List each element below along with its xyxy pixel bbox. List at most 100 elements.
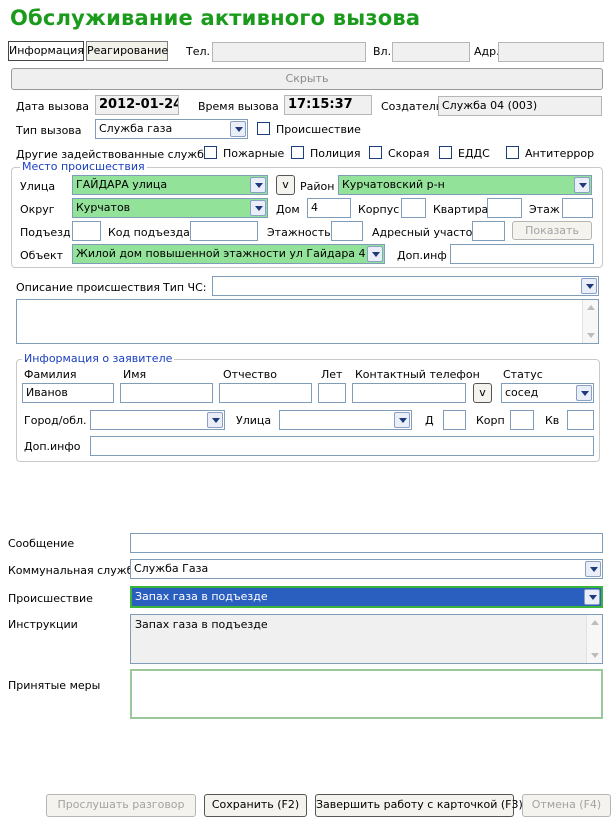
applicant-korp-field[interactable] (510, 410, 534, 430)
entrance-label: Подъезд (20, 226, 71, 239)
name-label: Имя (123, 368, 147, 381)
age-label: Лет (321, 368, 343, 381)
surname-field[interactable]: Иванов (22, 383, 114, 403)
save-button[interactable]: Сохранить (F2) (204, 794, 307, 817)
street-label: Улица (20, 180, 56, 193)
call-time-field: 17:15:37 (284, 95, 372, 115)
district-select[interactable]: Курчатовский р-н (338, 175, 592, 195)
call-time-label: Время вызова (198, 100, 279, 113)
entrance-code-label: Код подъезда (108, 226, 190, 239)
adr-label: Адр. (474, 45, 500, 58)
floor-field[interactable] (562, 198, 593, 218)
scrollbar[interactable] (586, 615, 602, 663)
message-field[interactable] (130, 533, 603, 553)
patronymic-label: Отчество (223, 368, 278, 381)
page-title: Обслуживание активного вызова (10, 6, 421, 30)
listen-conversation-button[interactable]: Прослушать разговор (46, 794, 196, 817)
finish-card-button[interactable]: Завершить работу с карточкой (F3) (315, 794, 523, 817)
status-select[interactable]: сосед (501, 383, 594, 403)
phone-label: Контактный телефон (355, 368, 480, 381)
name-field[interactable] (120, 383, 213, 403)
object-select[interactable]: Жилой дом повышенной этажности ул Гайдар… (72, 244, 385, 264)
hide-button[interactable]: Скрыть (11, 68, 603, 90)
utility-select[interactable]: Служба Газа (130, 559, 603, 579)
message-label: Сообщение (8, 537, 75, 550)
description-label: Описание происшествия (16, 281, 161, 294)
chevron-down-icon (581, 278, 597, 294)
services-edds-checkbox[interactable] (439, 146, 452, 159)
creator-label: Создатель (381, 100, 443, 113)
applicant-house-label: Д (425, 414, 434, 427)
floors-field[interactable] (331, 221, 363, 241)
measures-label: Принятые меры (8, 679, 101, 692)
entrance-code-field[interactable] (190, 221, 258, 241)
cancel-button[interactable]: Отмена (F4) (522, 794, 611, 817)
services-ambulance-label: Скорая (388, 147, 430, 160)
tel-field[interactable] (212, 42, 366, 62)
applicant-kv-label: Кв (545, 414, 560, 427)
call-type-value: Служба газа (99, 122, 173, 135)
services-fire-label: Пожарные (223, 147, 285, 160)
house-field[interactable]: 4 (307, 198, 351, 218)
chs-type-select[interactable] (212, 276, 599, 296)
chevron-down-icon (250, 177, 266, 193)
address-section-label: Адресный участок (372, 226, 480, 239)
floor-label: Этаж (529, 203, 560, 216)
entrance-field[interactable] (72, 221, 101, 241)
street-value: ГАЙДАРА улица (76, 178, 168, 191)
status-label: Статус (503, 368, 543, 381)
applicant-korp-label: Корп (476, 414, 505, 427)
address-section-field[interactable] (472, 221, 505, 241)
city-label: Город/обл. (24, 414, 87, 427)
okrug-select[interactable]: Курчатов (72, 198, 268, 218)
chevron-down-icon (230, 121, 246, 137)
okrug-value: Курчатов (76, 201, 131, 214)
creator-field: Служба 04 (003) (438, 96, 602, 116)
street-v-button[interactable]: v (276, 175, 295, 195)
instructions-textarea[interactable]: Запах газа в подъезде (130, 614, 603, 664)
floors-label: Этажность (267, 226, 331, 239)
adr-field[interactable] (498, 42, 604, 62)
chevron-down-icon (250, 200, 266, 216)
city-select[interactable] (90, 410, 225, 430)
chevron-down-icon (574, 177, 590, 193)
apartment-field[interactable] (487, 198, 522, 218)
applicant-house-field[interactable] (443, 410, 466, 430)
services-edds-label: ЕДДС (458, 147, 490, 160)
services-antiterror-checkbox[interactable] (506, 146, 519, 159)
applicant-street-select[interactable] (279, 410, 412, 430)
incident-checkbox-label: Происшествие (276, 123, 361, 136)
status-value: сосед (505, 386, 539, 399)
patronymic-field[interactable] (219, 383, 312, 403)
vl-field[interactable] (392, 42, 470, 62)
utility-value: Служба Газа (134, 562, 209, 575)
applicant-extra-field[interactable] (90, 436, 594, 456)
show-button[interactable]: Показать (512, 221, 592, 240)
call-date-label: Дата вызова (16, 100, 89, 113)
phone-field[interactable] (352, 383, 466, 403)
services-fire-checkbox[interactable] (204, 146, 217, 159)
age-field[interactable] (318, 383, 346, 403)
street-select[interactable]: ГАЙДАРА улица (72, 175, 268, 195)
korpus-field[interactable] (401, 198, 426, 218)
call-type-select[interactable]: Служба газа (95, 119, 248, 139)
location-extra-field[interactable] (450, 244, 594, 264)
bottom-incident-label: Происшествие (8, 592, 93, 605)
chevron-down-icon (585, 561, 601, 577)
vl-label: Вл. (373, 45, 392, 58)
incident-checkbox[interactable] (257, 122, 270, 135)
tab-response[interactable]: Реагирование (86, 41, 168, 61)
measures-textarea[interactable] (130, 669, 603, 719)
description-textarea[interactable] (16, 299, 599, 344)
tel-label: Тел. (186, 45, 211, 58)
house-label: Дом (276, 203, 300, 216)
instructions-label: Инструкции (8, 618, 78, 631)
bottom-incident-select[interactable]: Запах газа в подъезде (130, 586, 603, 608)
phone-v-button[interactable]: v (473, 383, 492, 403)
services-ambulance-checkbox[interactable] (369, 146, 382, 159)
applicant-kv-field[interactable] (567, 410, 594, 430)
services-police-checkbox[interactable] (291, 146, 304, 159)
call-date-field: 2012-01-24 (95, 95, 179, 115)
scrollbar[interactable] (582, 300, 598, 343)
tab-information[interactable]: Информация (8, 41, 84, 61)
